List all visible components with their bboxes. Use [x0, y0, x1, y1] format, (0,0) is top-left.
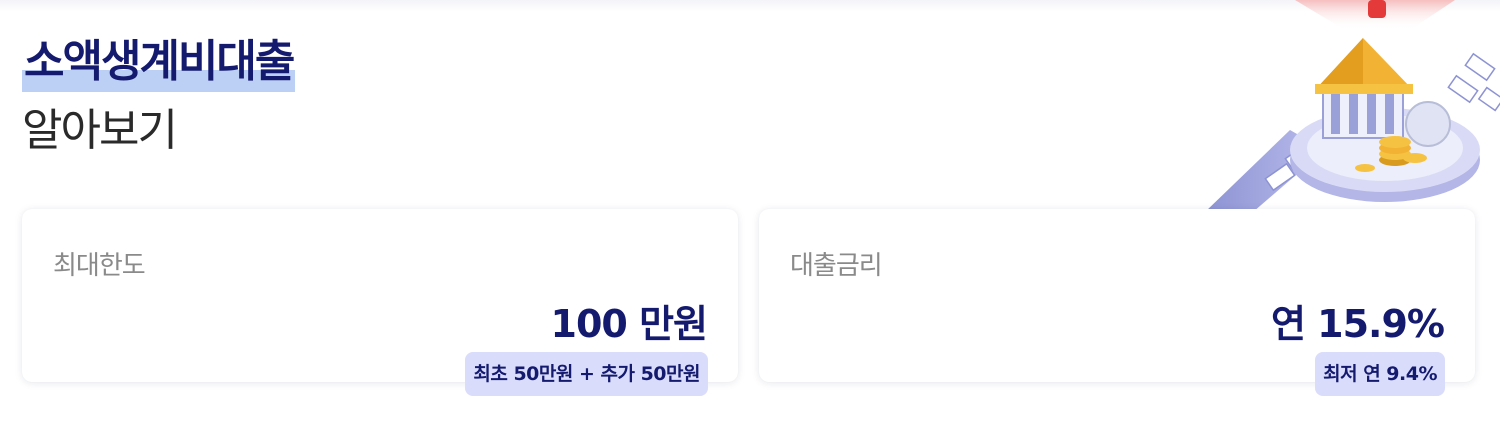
globe-icon	[1405, 101, 1451, 147]
max-limit-value: 100 만원	[550, 302, 708, 346]
coin-shape	[1379, 136, 1411, 148]
bank-roof-shade-shape	[1315, 38, 1363, 90]
alarm-light-icon	[1368, 0, 1386, 18]
bank-column-shape	[1349, 92, 1358, 134]
banknote-shape	[1464, 52, 1496, 82]
interest-rate-label: 대출금리	[790, 251, 883, 281]
bank-coins-illustration	[1205, 0, 1500, 212]
max-limit-label: 최대한도	[53, 251, 146, 281]
banknote-shape	[1477, 86, 1500, 112]
title-main: 소액생계비대출	[22, 30, 295, 94]
interest-rate-card: 대출금리 연 15.9% 최저 연 9.4%	[759, 209, 1475, 396]
bank-column-shape	[1331, 92, 1340, 134]
coin-shape	[1355, 164, 1375, 172]
interest-rate-value: 연 15.9%	[1270, 302, 1445, 346]
title-sub: 알아보기	[22, 105, 178, 156]
page: 소액생계비대출 알아보기 최대한도 100 만원 최초 50만원 + 추가 50…	[0, 0, 1500, 426]
bank-roof-base-shape	[1315, 84, 1413, 94]
interest-rate-badge: 최저 연 9.4%	[1315, 352, 1445, 396]
page-title: 소액생계비대출 알아보기	[22, 30, 295, 166]
coin-shape	[1403, 153, 1427, 163]
max-limit-card: 최대한도 100 만원 최초 50만원 + 추가 50만원	[22, 209, 738, 396]
bank-illustration-svg	[1205, 0, 1500, 212]
bank-column-shape	[1385, 92, 1394, 134]
banknote-shape	[1447, 74, 1479, 104]
title-main-text: 소액생계비대출	[24, 36, 295, 87]
bank-column-shape	[1367, 92, 1376, 134]
max-limit-badge: 최초 50만원 + 추가 50만원	[465, 352, 708, 396]
